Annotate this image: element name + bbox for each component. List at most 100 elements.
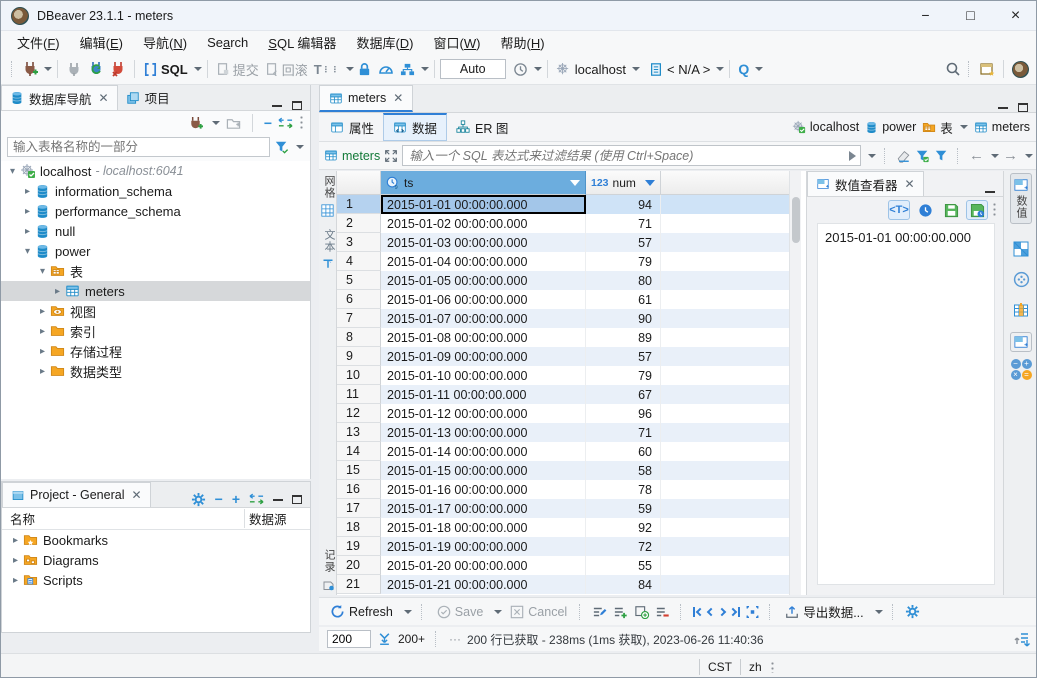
row-number-cell[interactable]: 15 bbox=[337, 461, 381, 480]
cell-num[interactable]: 79 bbox=[586, 252, 661, 271]
go-to-row-icon[interactable] bbox=[745, 605, 760, 619]
project-item-Scripts[interactable]: ▸Scripts bbox=[2, 570, 310, 590]
tab-er-diagram[interactable]: ER 图 bbox=[447, 113, 517, 141]
row-number-cell[interactable]: 9 bbox=[337, 347, 381, 366]
cell-num[interactable]: 59 bbox=[586, 499, 661, 518]
table-row[interactable]: 112015-01-11 00:00:00.00067 bbox=[337, 385, 789, 404]
view-menu-icon[interactable] bbox=[299, 115, 304, 131]
maximize-panel-icon[interactable] bbox=[1018, 103, 1028, 112]
cell-num[interactable]: 61 bbox=[586, 290, 661, 309]
sql-editor-dropdown[interactable] bbox=[194, 67, 202, 71]
active-connection-combo[interactable]: localhost bbox=[553, 60, 629, 79]
fetch-more-label[interactable]: 200+ bbox=[398, 632, 425, 646]
row-number-cell[interactable]: 3 bbox=[337, 233, 381, 252]
cell-ts[interactable]: 2015-01-13 00:00:00.000 bbox=[381, 423, 586, 442]
tree-item-数据类型[interactable]: ▸数据类型 bbox=[1, 361, 310, 381]
value-viewer-content[interactable]: 2015-01-01 00:00:00.000 bbox=[817, 223, 995, 585]
datetime-view-icon[interactable] bbox=[914, 200, 936, 220]
collapse-all-icon[interactable]: − bbox=[264, 118, 272, 128]
nav-forward-icon[interactable]: → bbox=[1003, 147, 1018, 164]
dashboard-icon[interactable] bbox=[375, 59, 397, 79]
resultset-filter-input[interactable] bbox=[407, 148, 849, 164]
nav-back-icon[interactable]: ← bbox=[969, 147, 984, 164]
cancel-button[interactable]: Cancel bbox=[507, 603, 570, 621]
cell-ts[interactable]: 2015-01-18 00:00:00.000 bbox=[381, 518, 586, 537]
table-row[interactable]: 62015-01-06 00:00:00.00061 bbox=[337, 290, 789, 309]
connect-button[interactable] bbox=[63, 59, 85, 79]
table-row[interactable]: 212015-01-21 00:00:00.00084 bbox=[337, 575, 789, 594]
search-icon[interactable] bbox=[942, 59, 964, 79]
delete-row-icon[interactable] bbox=[655, 605, 671, 619]
commit-button[interactable]: 提交 bbox=[213, 58, 262, 81]
row-number-cell[interactable]: 1 bbox=[337, 195, 381, 214]
close-button[interactable]: × bbox=[993, 1, 1037, 30]
cell-ts[interactable]: 2015-01-12 00:00:00.000 bbox=[381, 404, 586, 423]
row-number-cell[interactable]: 4 bbox=[337, 252, 381, 271]
search-dropdown[interactable] bbox=[755, 67, 763, 71]
row-number-cell[interactable]: 18 bbox=[337, 518, 381, 537]
table-row[interactable]: 32015-01-03 00:00:00.00057 bbox=[337, 233, 789, 252]
tree-item-表[interactable]: ▾表 bbox=[1, 261, 310, 281]
cell-ts[interactable]: 2015-01-15 00:00:00.000 bbox=[381, 461, 586, 480]
first-row-button[interactable] bbox=[693, 607, 703, 617]
row-number-cell[interactable]: 17 bbox=[337, 499, 381, 518]
row-number-cell[interactable]: 2 bbox=[337, 214, 381, 233]
row-number-cell[interactable]: 8 bbox=[337, 328, 381, 347]
cell-ts[interactable]: 2015-01-02 00:00:00.000 bbox=[381, 214, 586, 233]
table-row[interactable]: 12015-01-01 00:00:00.00094 bbox=[337, 195, 789, 214]
filter-dropdown[interactable] bbox=[296, 145, 304, 149]
table-row[interactable]: 42015-01-04 00:00:00.00079 bbox=[337, 252, 789, 271]
table-row[interactable]: 72015-01-07 00:00:00.00090 bbox=[337, 309, 789, 328]
minimize-panel-icon[interactable] bbox=[273, 498, 283, 501]
table-row[interactable]: 192015-01-19 00:00:00.00072 bbox=[337, 537, 789, 556]
menu-item[interactable]: 文件(F) bbox=[7, 31, 70, 54]
cell-num[interactable]: 67 bbox=[586, 385, 661, 404]
reconnect-button[interactable] bbox=[85, 59, 107, 79]
tab-database-navigator[interactable]: 数据库导航✕ bbox=[1, 85, 118, 110]
breadcrumb-table[interactable]: meters bbox=[974, 120, 1030, 134]
maximize-button[interactable]: □ bbox=[948, 1, 993, 30]
cell-num[interactable]: 79 bbox=[586, 366, 661, 385]
save-button[interactable]: Save bbox=[434, 603, 487, 621]
new-sql-editor-button[interactable]: SQL bbox=[140, 60, 191, 79]
cell-ts[interactable]: 2015-01-07 00:00:00.000 bbox=[381, 309, 586, 328]
menu-item[interactable]: 数据库(D) bbox=[346, 31, 423, 54]
row-number-cell[interactable]: 21 bbox=[337, 575, 381, 594]
expand-panel-icon[interactable] bbox=[384, 149, 398, 163]
save-filter-icon[interactable] bbox=[915, 149, 930, 163]
cell-ts[interactable]: 2015-01-03 00:00:00.000 bbox=[381, 233, 586, 252]
row-number-cell[interactable]: 20 bbox=[337, 556, 381, 575]
cell-ts[interactable]: 2015-01-04 00:00:00.000 bbox=[381, 252, 586, 271]
grid-vertical-scrollbar[interactable] bbox=[789, 171, 801, 595]
tab-text-presentation[interactable]: 文本 bbox=[319, 225, 337, 257]
edit-cell-icon[interactable] bbox=[592, 605, 608, 619]
fetch-size-input[interactable] bbox=[327, 630, 371, 648]
last-row-button[interactable] bbox=[730, 607, 740, 617]
table-row[interactable]: 152015-01-15 00:00:00.00058 bbox=[337, 461, 789, 480]
export-dropdown[interactable] bbox=[875, 610, 883, 614]
table-row[interactable]: 162015-01-16 00:00:00.00078 bbox=[337, 480, 789, 499]
cell-num[interactable]: 58 bbox=[586, 461, 661, 480]
table-dropdown[interactable] bbox=[960, 125, 968, 129]
panel-menu-icon[interactable] bbox=[992, 202, 997, 218]
table-row[interactable]: 82015-01-08 00:00:00.00089 bbox=[337, 328, 789, 347]
new-connection-icon[interactable] bbox=[188, 116, 203, 131]
clear-filter-icon[interactable] bbox=[896, 149, 911, 163]
expander-closed-icon[interactable]: ▸ bbox=[50, 286, 65, 297]
resultset-settings-gear-icon[interactable] bbox=[905, 604, 920, 619]
row-number-cell[interactable]: 16 bbox=[337, 480, 381, 499]
column-header-num[interactable]: 123 num bbox=[586, 171, 661, 195]
project-item-Diagrams[interactable]: ▸Diagrams bbox=[2, 550, 310, 570]
tab-properties[interactable]: 属性 bbox=[321, 113, 383, 141]
tab-grid-presentation[interactable]: 网格 bbox=[319, 171, 337, 203]
table-row[interactable]: 122015-01-12 00:00:00.00096 bbox=[337, 404, 789, 423]
close-icon[interactable]: ✕ bbox=[393, 91, 403, 105]
cell-num[interactable]: 60 bbox=[586, 442, 661, 461]
apply-filter-icon[interactable] bbox=[849, 151, 856, 161]
new-connection-dropdown[interactable] bbox=[44, 67, 52, 71]
language-indicator[interactable]: zh bbox=[749, 660, 762, 674]
cell-ts[interactable]: 2015-01-14 00:00:00.000 bbox=[381, 442, 586, 461]
cell-num[interactable]: 89 bbox=[586, 328, 661, 347]
back-history-dropdown[interactable] bbox=[991, 154, 999, 158]
cell-ts[interactable]: 2015-01-05 00:00:00.000 bbox=[381, 271, 586, 290]
